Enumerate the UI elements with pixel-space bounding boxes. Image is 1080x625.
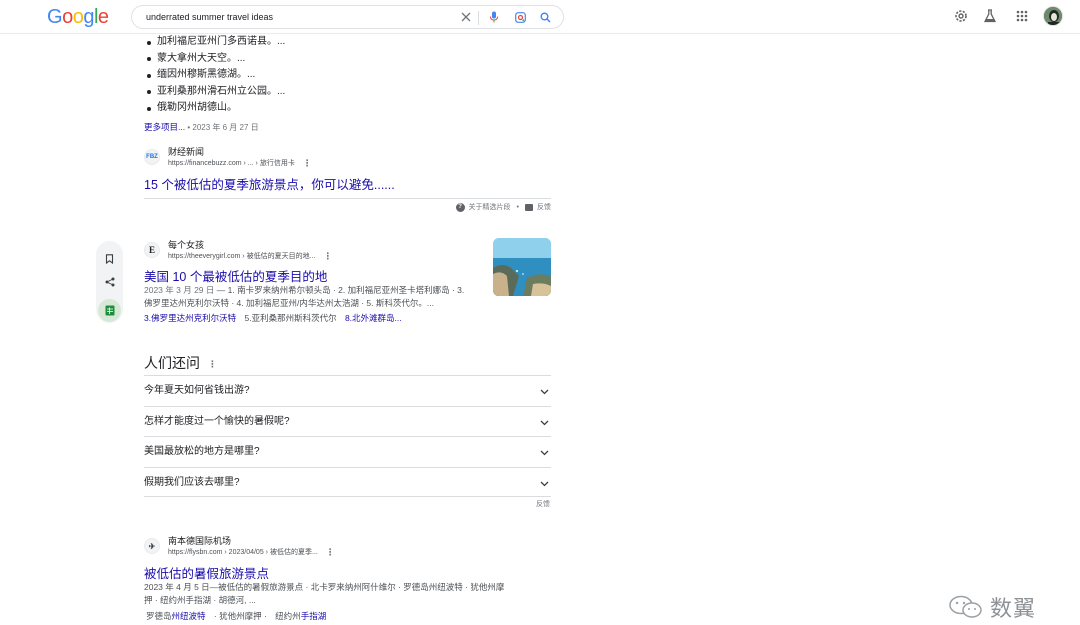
paa-feedback-link[interactable]: 反馈 <box>536 499 550 509</box>
sitelink[interactable]: 亚利桑那州斯科茨代尔 <box>252 313 337 323</box>
sitelink-prefix: 纽约州 <box>275 611 301 621</box>
snippet-text: 2023 年 4 月 5 日—被低估的暑假旅游景点 · 北卡罗来纳州阿什维尔 ·… <box>144 582 505 592</box>
paa-question[interactable]: 今年夏天如何省钱出游? <box>144 375 551 406</box>
more-options-icon[interactable]: ⋮ <box>208 359 217 370</box>
lens-icon[interactable] <box>513 10 527 24</box>
clear-icon[interactable] <box>459 10 473 24</box>
share-icon[interactable] <box>102 274 117 289</box>
sitelinks: 3.佛罗里达州克利尔沃特 5.亚利桑那州斯科茨代尔 8.北外滩群岛... <box>144 312 402 324</box>
logo-letter: e <box>97 6 109 28</box>
paa-question-text: 怎样才能度过一个愉快的暑假呢? <box>144 415 290 427</box>
sitelink-prefix: 罗德岛 <box>146 611 172 621</box>
paa-question-text: 美国最放松的地方是哪里? <box>144 446 260 457</box>
question-icon: ? <box>455 202 465 212</box>
sitelink[interactable]: 3.佛罗里达州克利尔沃特 <box>144 313 236 323</box>
result-title-link[interactable]: 15 个被低估的夏季旅游景点，你可以避免...... <box>144 174 395 193</box>
sitelink[interactable]: 州纽波特 <box>172 611 206 621</box>
result-source[interactable]: E 每个女孩 https://theeverygirl.com › 被低估的夏天… <box>144 240 332 262</box>
paa-question-text: 假期我们应该去哪里? <box>144 476 240 488</box>
sheets-icon[interactable] <box>98 299 121 322</box>
people-also-ask-title: 人们还问 ⋮ <box>144 353 217 373</box>
more-options-icon[interactable]: ⋮ <box>326 547 335 557</box>
paa-question[interactable]: 怎样才能度过一个愉快的暑假呢? <box>144 405 551 437</box>
list-item: 蒙大拿州大天空。... <box>144 51 285 68</box>
result-source[interactable]: FBZ 财经新闻 https://financebuzz.com › ... ›… <box>144 147 312 169</box>
mic-icon[interactable] <box>487 10 501 24</box>
watermark: 数翼 <box>948 591 1036 623</box>
people-also-ask-list: 今年夏天如何省钱出游? 怎样才能度过一个愉快的暑假呢? 美国最放松的地方是哪里?… <box>144 375 551 497</box>
labs-icon[interactable] <box>982 8 998 24</box>
result-source[interactable]: ✈ 南本德国际机场 https://flysbn.com › 2023/04/0… <box>144 536 335 558</box>
paa-question[interactable]: 假期我们应该去哪里? <box>144 466 551 497</box>
sitelink-prefix: 5. <box>244 313 252 323</box>
header: Google <box>0 0 1080 34</box>
more-items-row: 更多项目... • 2023 年 6 月 27 日 <box>144 121 259 133</box>
settings-icon[interactable] <box>953 8 969 24</box>
search-icon[interactable] <box>538 10 552 24</box>
result-thumbnail-image[interactable] <box>493 238 551 296</box>
logo-letter: o <box>62 6 73 28</box>
chevron-down-icon <box>540 481 549 486</box>
separator: • <box>516 203 519 211</box>
snippet-text: — 1. 南卡罗来纳州希尔顿头岛 · 2. 加利福尼亚州圣卡塔利娜岛 · 3. <box>214 285 465 295</box>
result-snippet: 2023 年 3 月 29 日 — 1. 南卡罗来纳州希尔顿头岛 · 2. 加利… <box>144 284 479 310</box>
logo-letter: o <box>72 6 84 28</box>
site-url: https://flysbn.com › 2023/04/05 › 被低估的夏季… <box>168 548 318 556</box>
logo-letter: G <box>47 6 63 28</box>
site-url: https://financebuzz.com › ... › 旅行信用卡 <box>168 159 295 167</box>
result-title-link[interactable]: 被低估的暑假旅游景点 <box>144 563 269 582</box>
list-item: 加利福尼亚州门多西诺县。... <box>144 34 285 51</box>
featured-snippet-footer: ? 关于精选片段 • 反馈 <box>144 198 551 214</box>
paa-question[interactable]: 美国最放松的地方是哪里? <box>144 436 551 467</box>
sitelink[interactable]: 手指湖 <box>301 611 327 621</box>
about-featured-snippets-link[interactable]: 关于精选片段 <box>469 202 511 212</box>
site-name: 南本德国际机场 <box>168 536 232 546</box>
sitelink[interactable]: 8.北外滩群岛... <box>345 313 402 323</box>
paa-heading: 人们还问 <box>144 355 200 371</box>
apps-icon[interactable] <box>1014 8 1030 24</box>
separator: • <box>187 123 191 132</box>
site-name: 每个女孩 <box>168 240 205 250</box>
result-title-link[interactable]: 美国 10 个最被低估的夏季目的地 <box>144 266 327 285</box>
list-item: 俄勒冈州胡德山。 <box>144 100 285 117</box>
financebuzz-favicon-icon: FBZ <box>144 149 160 165</box>
list-item: 亚利桑那州滑石州立公园。... <box>144 84 285 101</box>
side-toolbar <box>96 241 123 323</box>
sitelink[interactable]: · 犹他州摩押 · <box>214 611 267 621</box>
list-item: 缅因州穆斯黑德湖。... <box>144 67 285 84</box>
site-url: https://theeverygirl.com › 被低估的夏天目的地... <box>168 252 316 260</box>
site-name: 财经新闻 <box>168 147 205 157</box>
more-options-icon[interactable]: ⋮ <box>303 158 312 168</box>
logo-letter: g <box>83 6 94 28</box>
more-items-link[interactable]: 更多项目... <box>144 122 185 132</box>
avatar[interactable] <box>1043 6 1063 26</box>
paa-question-text: 今年夏天如何省钱出游? <box>144 385 250 396</box>
wechat-icon <box>949 595 982 618</box>
chevron-down-icon <box>540 389 549 395</box>
results-area: 加利福尼亚州门多西诺县。... 蒙大拿州大天空。... 缅因州穆斯黑德湖。...… <box>0 34 1080 625</box>
watermark-text: 数翼 <box>990 596 1037 621</box>
theeverygirl-favicon-icon: E <box>144 242 160 258</box>
chevron-down-icon <box>540 420 549 425</box>
bookmark-icon[interactable] <box>102 251 117 266</box>
feedback-icon <box>525 203 533 211</box>
search-divider <box>478 11 479 25</box>
sitelinks: 罗德岛州纽波特 · 犹他州摩押 · 纽约州手指湖 <box>144 610 326 622</box>
feedback-link[interactable]: 反馈 <box>537 202 551 212</box>
google-logo[interactable]: Google <box>47 6 109 29</box>
chevron-down-icon <box>540 450 549 456</box>
result-snippet: 2023 年 4 月 5 日—被低估的暑假旅游景点 · 北卡罗来纳州阿什维尔 ·… <box>144 581 524 607</box>
snippet-text: 佛罗里达州克利尔沃特 · 4. 加利福尼亚州/内华达州太浩湖 · 5. 斯科茨代… <box>144 298 434 308</box>
snippet-date: 2023 年 3 月 29 日 <box>144 285 215 295</box>
more-options-icon[interactable]: ⋮ <box>323 251 332 261</box>
snippet-date: 2023 年 6 月 27 日 <box>192 123 259 132</box>
airport-favicon-icon: ✈ <box>144 538 160 554</box>
search-box <box>131 5 564 29</box>
search-input[interactable] <box>144 9 444 25</box>
featured-snippet-list: 加利福尼亚州门多西诺县。... 蒙大拿州大天空。... 缅因州穆斯黑德湖。...… <box>144 34 285 117</box>
snippet-text: 押 · 纽约州手指湖 · 胡德河, ... <box>144 595 256 605</box>
